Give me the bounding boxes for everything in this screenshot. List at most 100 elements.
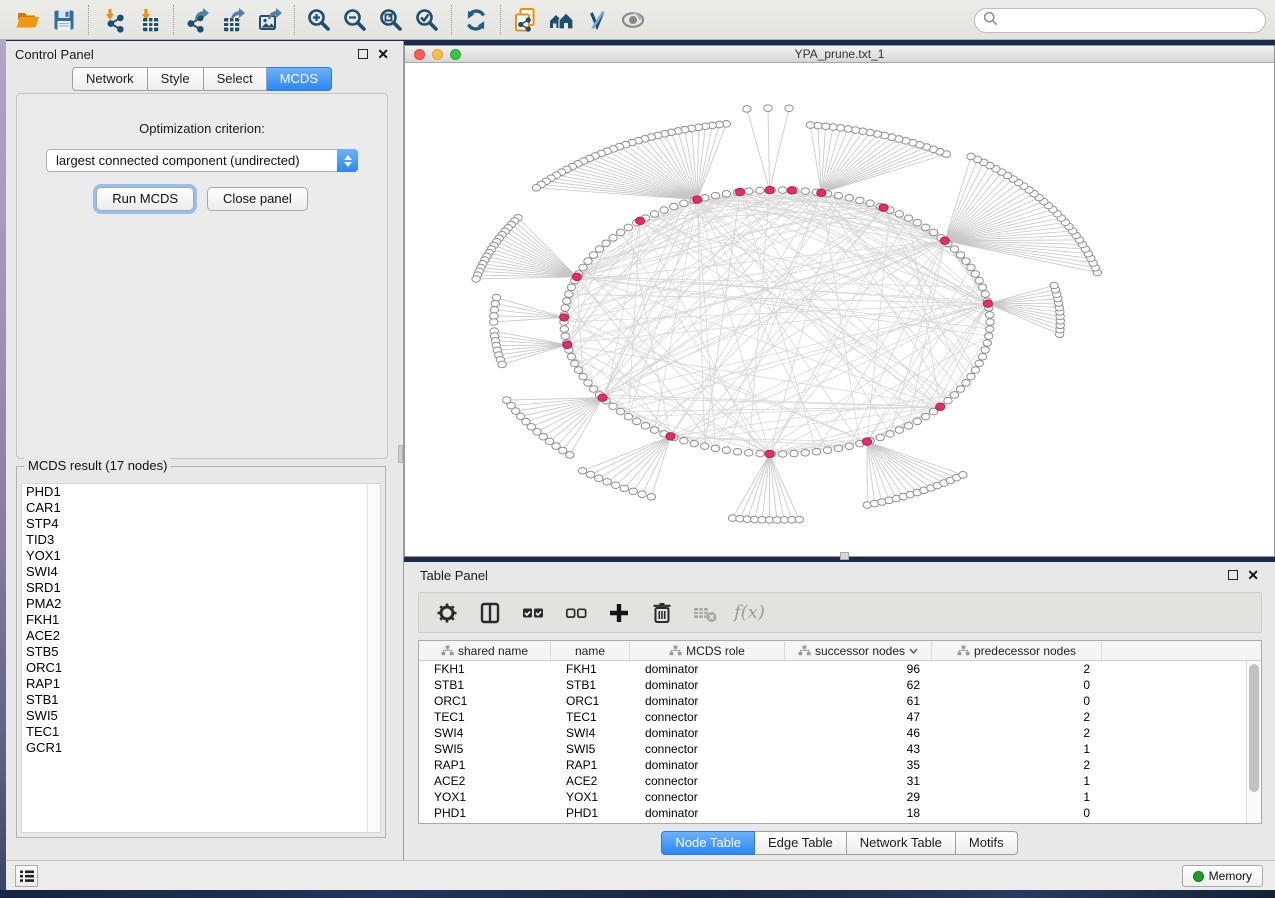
float-table-panel-button[interactable] (1228, 570, 1238, 580)
close-panel-button[interactable]: ✕ (377, 49, 389, 59)
mcds-result-item[interactable]: STB1 (22, 692, 380, 708)
table-row[interactable]: SWI4SWI4dominator462 (419, 725, 1261, 741)
mcds-result-item[interactable]: GCR1 (22, 740, 380, 756)
window-minimize-icon[interactable] (432, 49, 443, 60)
close-table-panel-button[interactable]: ✕ (1247, 570, 1259, 580)
control-panel-header: Control Panel ✕ (6, 41, 398, 67)
mcds-result-item[interactable]: FKH1 (22, 612, 380, 628)
column-header-MCDS-role[interactable]: MCDS role (630, 641, 785, 660)
table-row[interactable]: TEC1TEC1connector472 (419, 709, 1261, 725)
mcds-result-item[interactable]: ACE2 (22, 628, 380, 644)
tab-network[interactable]: Network (72, 67, 148, 91)
mcds-result-item[interactable]: SRD1 (22, 580, 380, 596)
table-tab-edge-table[interactable]: Edge Table (755, 831, 847, 855)
window-close-icon[interactable] (414, 49, 425, 60)
delete-columns-button[interactable] (648, 599, 676, 627)
table-row[interactable]: RAP1RAP1dominator352 (419, 757, 1261, 773)
table-row[interactable]: FKH1FKH1dominator962 (419, 661, 1261, 677)
table-row[interactable]: SWI5SWI5connector431 (419, 741, 1261, 757)
mcds-result-item[interactable]: STP4 (22, 516, 380, 532)
close-panel-button-mcds[interactable]: Close panel (207, 187, 308, 211)
toolbar-separator (451, 5, 452, 35)
import-table-from-file-button[interactable] (131, 4, 167, 36)
mcds-panel: Optimization criterion: largest connecte… (16, 93, 388, 459)
table-scrollbar[interactable] (1246, 661, 1261, 823)
cell-predecessor-nodes: 1 (932, 741, 1102, 757)
mcds-result-item[interactable]: YOX1 (22, 548, 380, 564)
show-hide-graphics-details-icon (620, 7, 646, 33)
zoom-selected-region-button[interactable] (409, 4, 445, 36)
mcds-result-item[interactable]: PMA2 (22, 596, 380, 612)
table-row[interactable]: ACE2ACE2connector311 (419, 773, 1261, 789)
column-header-successor-nodes[interactable]: successor nodes (785, 641, 932, 660)
optimization-criterion-select[interactable]: largest connected component (undirected) (46, 149, 358, 172)
create-new-column-button[interactable] (605, 599, 633, 627)
table-row[interactable]: STB1STB1dominator620 (419, 677, 1261, 693)
select-all-rows-button[interactable] (519, 599, 547, 627)
zoom-fit-content-button[interactable] (373, 4, 409, 36)
run-mcds-button[interactable]: Run MCDS (96, 187, 194, 211)
cell-predecessor-nodes: 2 (932, 725, 1102, 741)
show-columns-button[interactable] (476, 599, 504, 627)
cell-MCDS-role: dominator (630, 805, 785, 821)
function-builder-button[interactable]: f(x) (734, 602, 765, 623)
export-network-button[interactable] (180, 4, 216, 36)
tab-style[interactable]: Style (148, 67, 204, 91)
table-mode-gear-button[interactable] (433, 599, 461, 627)
toolbar-icon-group (10, 0, 651, 39)
export-image-button[interactable] (252, 4, 288, 36)
mcds-result-item[interactable]: ORC1 (22, 660, 380, 676)
save-session-icon (51, 7, 77, 33)
cell-shared-name: TEC1 (419, 709, 551, 725)
table-tab-network-table[interactable]: Network Table (847, 831, 956, 855)
tab-mcds[interactable]: MCDS (267, 67, 332, 91)
save-session-button[interactable] (46, 4, 82, 36)
column-header-predecessor-nodes[interactable]: predecessor nodes (932, 641, 1102, 660)
splitter-grip[interactable] (398, 445, 403, 463)
mcds-result-item[interactable]: CAR1 (22, 500, 380, 516)
table-row[interactable]: ORC1ORC1dominator610 (419, 693, 1261, 709)
network-window-titlebar[interactable]: YPA_prune.txt_1 (405, 46, 1274, 63)
mcds-result-item[interactable]: RAP1 (22, 676, 380, 692)
mcds-result-item[interactable]: TEC1 (22, 724, 380, 740)
show-hide-graphics-details-button[interactable] (615, 4, 651, 36)
search-box[interactable] (974, 8, 1266, 33)
clone-network-button[interactable] (507, 4, 543, 36)
table-tab-node-table[interactable]: Node Table (661, 831, 755, 855)
mcds-result-item[interactable]: TID3 (22, 532, 380, 548)
table-row[interactable]: YOX1YOX1connector291 (419, 789, 1261, 805)
table-row[interactable]: PHD1PHD1dominator180 (419, 805, 1261, 821)
float-panel-button[interactable] (358, 49, 368, 59)
table-panel: Table Panel ✕ f(x) shared namenameMCDS r… (404, 562, 1275, 860)
zoom-out-button[interactable] (337, 4, 373, 36)
open-session-button[interactable] (10, 4, 46, 36)
mcds-result-list[interactable]: PHD1CAR1STP4TID3YOX1SWI4SRD1PMA2FKH1ACE2… (21, 483, 381, 833)
column-header-name[interactable]: name (551, 641, 630, 660)
search-input[interactable] (998, 11, 1265, 31)
mcds-result-item[interactable]: STB5 (22, 644, 380, 660)
table-scrollbar-thumb[interactable] (1249, 664, 1259, 792)
zoom-in-button[interactable] (301, 4, 337, 36)
tab-select[interactable]: Select (204, 67, 267, 91)
import-network-from-file-button[interactable] (95, 4, 131, 36)
mcds-result-item[interactable]: SWI4 (22, 564, 380, 580)
network-canvas[interactable] (405, 64, 1274, 556)
node-table: shared namenameMCDS rolesuccessor nodesp… (418, 640, 1262, 824)
export-table-button[interactable] (216, 4, 252, 36)
delete-table-button[interactable] (691, 599, 719, 627)
session-houses-button[interactable] (543, 4, 579, 36)
table-tab-motifs[interactable]: Motifs (956, 831, 1018, 855)
table-mode-gear-icon (434, 600, 460, 626)
apply-preferred-layout-button[interactable] (458, 4, 494, 36)
memory-button[interactable]: Memory (1182, 865, 1263, 887)
deselect-all-rows-button[interactable] (562, 599, 590, 627)
task-history-button[interactable] (15, 865, 38, 887)
column-header-shared-name[interactable]: shared name (419, 641, 551, 660)
network-splitter-grip[interactable] (840, 552, 849, 560)
cell-MCDS-role: dominator (630, 661, 785, 677)
toggle-graphics-details-button[interactable] (579, 4, 615, 36)
mcds-result-item[interactable]: SWI5 (22, 708, 380, 724)
window-zoom-icon[interactable] (450, 49, 461, 60)
result-list-scrollbar[interactable] (367, 484, 380, 832)
mcds-result-item[interactable]: PHD1 (22, 484, 380, 500)
